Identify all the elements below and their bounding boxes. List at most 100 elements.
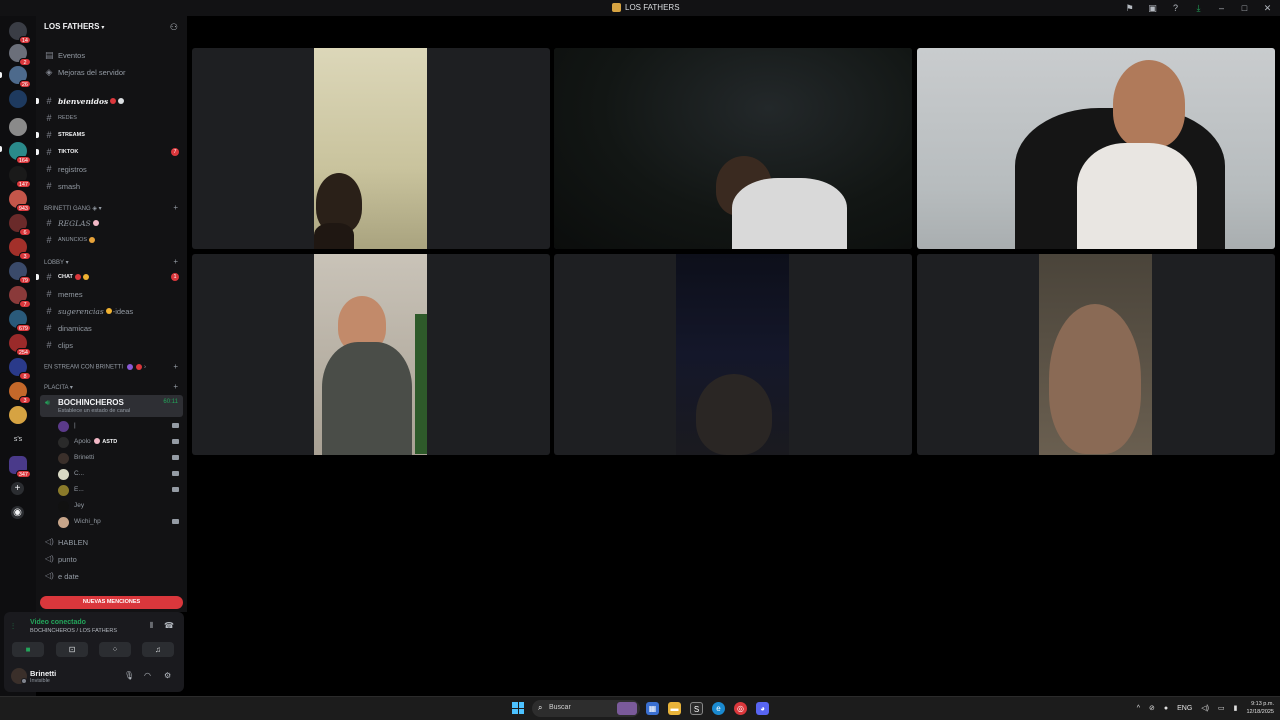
voice-user[interactable]: Wichi_hp [36,514,187,530]
voice-channel-hablen[interactable]: ◁) HABLEN [36,534,187,550]
new-mentions-button[interactable]: NUEVAS MENCIONES [40,596,183,609]
channel-reglas[interactable]: # REGLAS [36,215,187,231]
server-item[interactable]: 3 [9,382,31,404]
voice-user[interactable]: Brinetti [36,450,187,466]
close-icon[interactable]: ✕ [1261,2,1274,14]
clock[interactable]: 9:13 p.m. 12/18/2025 [1246,700,1274,716]
category-en-stream[interactable]: EN STREAM CON BRINETTI › [44,364,146,371]
voice-channel-bochincheros[interactable]: 🔊︎ BOCHINCHEROS 60:11 Establece un estad… [40,395,183,417]
server-item[interactable]: 26 [9,66,31,88]
server-item[interactable] [9,90,27,108]
add-channel-icon[interactable]: + [173,257,178,266]
microphone-icon[interactable]: ● [1164,705,1168,712]
taskbar-widget-icon[interactable] [617,702,637,715]
discord-icon[interactable]: ◕ [756,702,769,715]
channel-bienvenidos[interactable]: # bienvenidos [36,93,187,109]
server-item[interactable]: 147 [9,166,31,188]
store-icon[interactable]: ▦ [646,702,659,715]
channel-registros[interactable]: # registros [36,161,187,177]
server-item[interactable]: 3 [9,238,31,260]
user-name[interactable]: Brinetti [30,669,56,678]
inbox-icon[interactable]: ⚑ [1123,2,1136,14]
signal-icon[interactable]: ⫶ [12,622,14,632]
video-tile[interactable] [554,48,912,249]
voice-user[interactable]: Apolo ASTD [36,434,187,450]
boosts-item[interactable]: ◈ Mejoras del servidor [36,64,187,80]
video-tile[interactable] [917,254,1275,455]
channel-memes[interactable]: # memes [36,286,187,302]
settings-gear-icon[interactable]: ⚙ [164,671,171,680]
server-item-active[interactable] [9,406,27,424]
voice-location[interactable]: BOCHINCHEROS / LOS FATHERS [30,628,117,634]
voice-user[interactable]: C... [36,466,187,482]
server-item[interactable]: 6 [9,214,31,236]
channel-tiktok[interactable]: # TIKTOK 7 [36,144,187,160]
battery-icon[interactable]: ▮ [1234,704,1238,712]
voice-channel-punto[interactable]: ◁) punto [36,551,187,567]
voice-status-prompt[interactable]: Establece un estado de canal [58,408,130,414]
headphones-icon[interactable]: ◠ [144,671,151,680]
maximize-icon[interactable]: □ [1238,2,1251,14]
category-placita[interactable]: PLACITA ▾ [44,384,73,391]
channel-chat[interactable]: # CHAT 1 [36,269,187,285]
download-icon[interactable]: ⤓ [1192,2,1205,14]
channel-dinamicas[interactable]: # dinamicas [36,320,187,336]
minimize-icon[interactable]: – [1215,2,1228,14]
video-tile[interactable] [192,48,550,249]
add-server-icon[interactable]: + [11,482,24,495]
add-channel-icon[interactable]: + [173,203,178,212]
channel-redes[interactable]: # REDES [36,110,187,126]
voice-user[interactable]: | [36,418,187,434]
start-button[interactable] [512,702,524,714]
volume-icon[interactable]: ◁) [1201,704,1209,712]
discover-icon[interactable]: ◉ [11,506,24,519]
video-tile[interactable] [554,254,912,455]
home-button[interactable]: 14 [9,22,31,44]
chevron-up-icon[interactable]: ^ [1137,705,1140,712]
invite-icon[interactable]: ⚇ [170,22,178,33]
guild-header[interactable]: LOS FATHERS ▾ [44,22,104,31]
add-channel-icon[interactable]: + [173,362,178,371]
server-item[interactable]: 164 [9,142,31,164]
add-channel-icon[interactable]: + [173,382,178,391]
edge-icon[interactable]: e [712,702,725,715]
folder-icon[interactable]: ▬ [668,702,681,715]
help-icon[interactable]: ? [1169,2,1182,14]
language-indicator[interactable]: ENG [1177,705,1192,712]
app-icon[interactable]: S [690,702,703,715]
voice-user[interactable]: E... [36,482,187,498]
server-item[interactable]: 254 [9,334,31,356]
category-lobby[interactable]: LOBBY ▾ [44,259,69,266]
video-tile[interactable] [917,48,1275,249]
noise-suppression-icon[interactable]: ⦀ [149,621,153,631]
soundboard-button[interactable]: ♫ [142,642,174,657]
screenshare-button[interactable]: ⊡ [56,642,88,657]
channel-sugerencias[interactable]: # sugerencias -ideas [36,303,187,319]
camera-button[interactable]: ■ [12,642,44,657]
server-item[interactable]: 79 [9,262,31,284]
network-icon[interactable]: ▭ [1218,704,1225,712]
voice-user[interactable]: Jey [36,498,187,514]
video-tile[interactable] [192,254,550,455]
microphone-icon[interactable]: 🎙︎ [124,671,134,680]
server-item[interactable]: 2 [9,44,31,66]
channel-smash[interactable]: # smash [36,178,187,194]
screen-icon[interactable]: ▣ [1146,2,1159,14]
voice-channel-e-date[interactable]: ◁) e date [36,568,187,584]
server-item[interactable]: 679 [9,310,31,332]
server-item[interactable]: 943 [9,190,31,212]
server-item-text[interactable]: s's [9,436,27,443]
server-item[interactable]: 7 [9,286,31,308]
server-item[interactable]: 347 [9,456,31,478]
channel-clips[interactable]: # clips [36,337,187,353]
browser-icon[interactable]: ◎ [734,702,747,715]
events-item[interactable]: ▤ Eventos [36,47,187,63]
activities-button[interactable]: ⁘ [99,642,131,657]
channel-anuncios[interactable]: # ANUNCIOS [36,232,187,248]
tray-app-icon[interactable]: ⊘ [1149,704,1155,712]
server-item[interactable] [9,118,27,136]
channel-streams[interactable]: # STREAMS [36,127,187,143]
disconnect-icon[interactable]: ☎ [164,621,174,630]
category-brinetti-gang[interactable]: BRINETTI GANG ◈ ▾ [44,205,102,212]
server-item[interactable]: 8 [9,358,31,380]
